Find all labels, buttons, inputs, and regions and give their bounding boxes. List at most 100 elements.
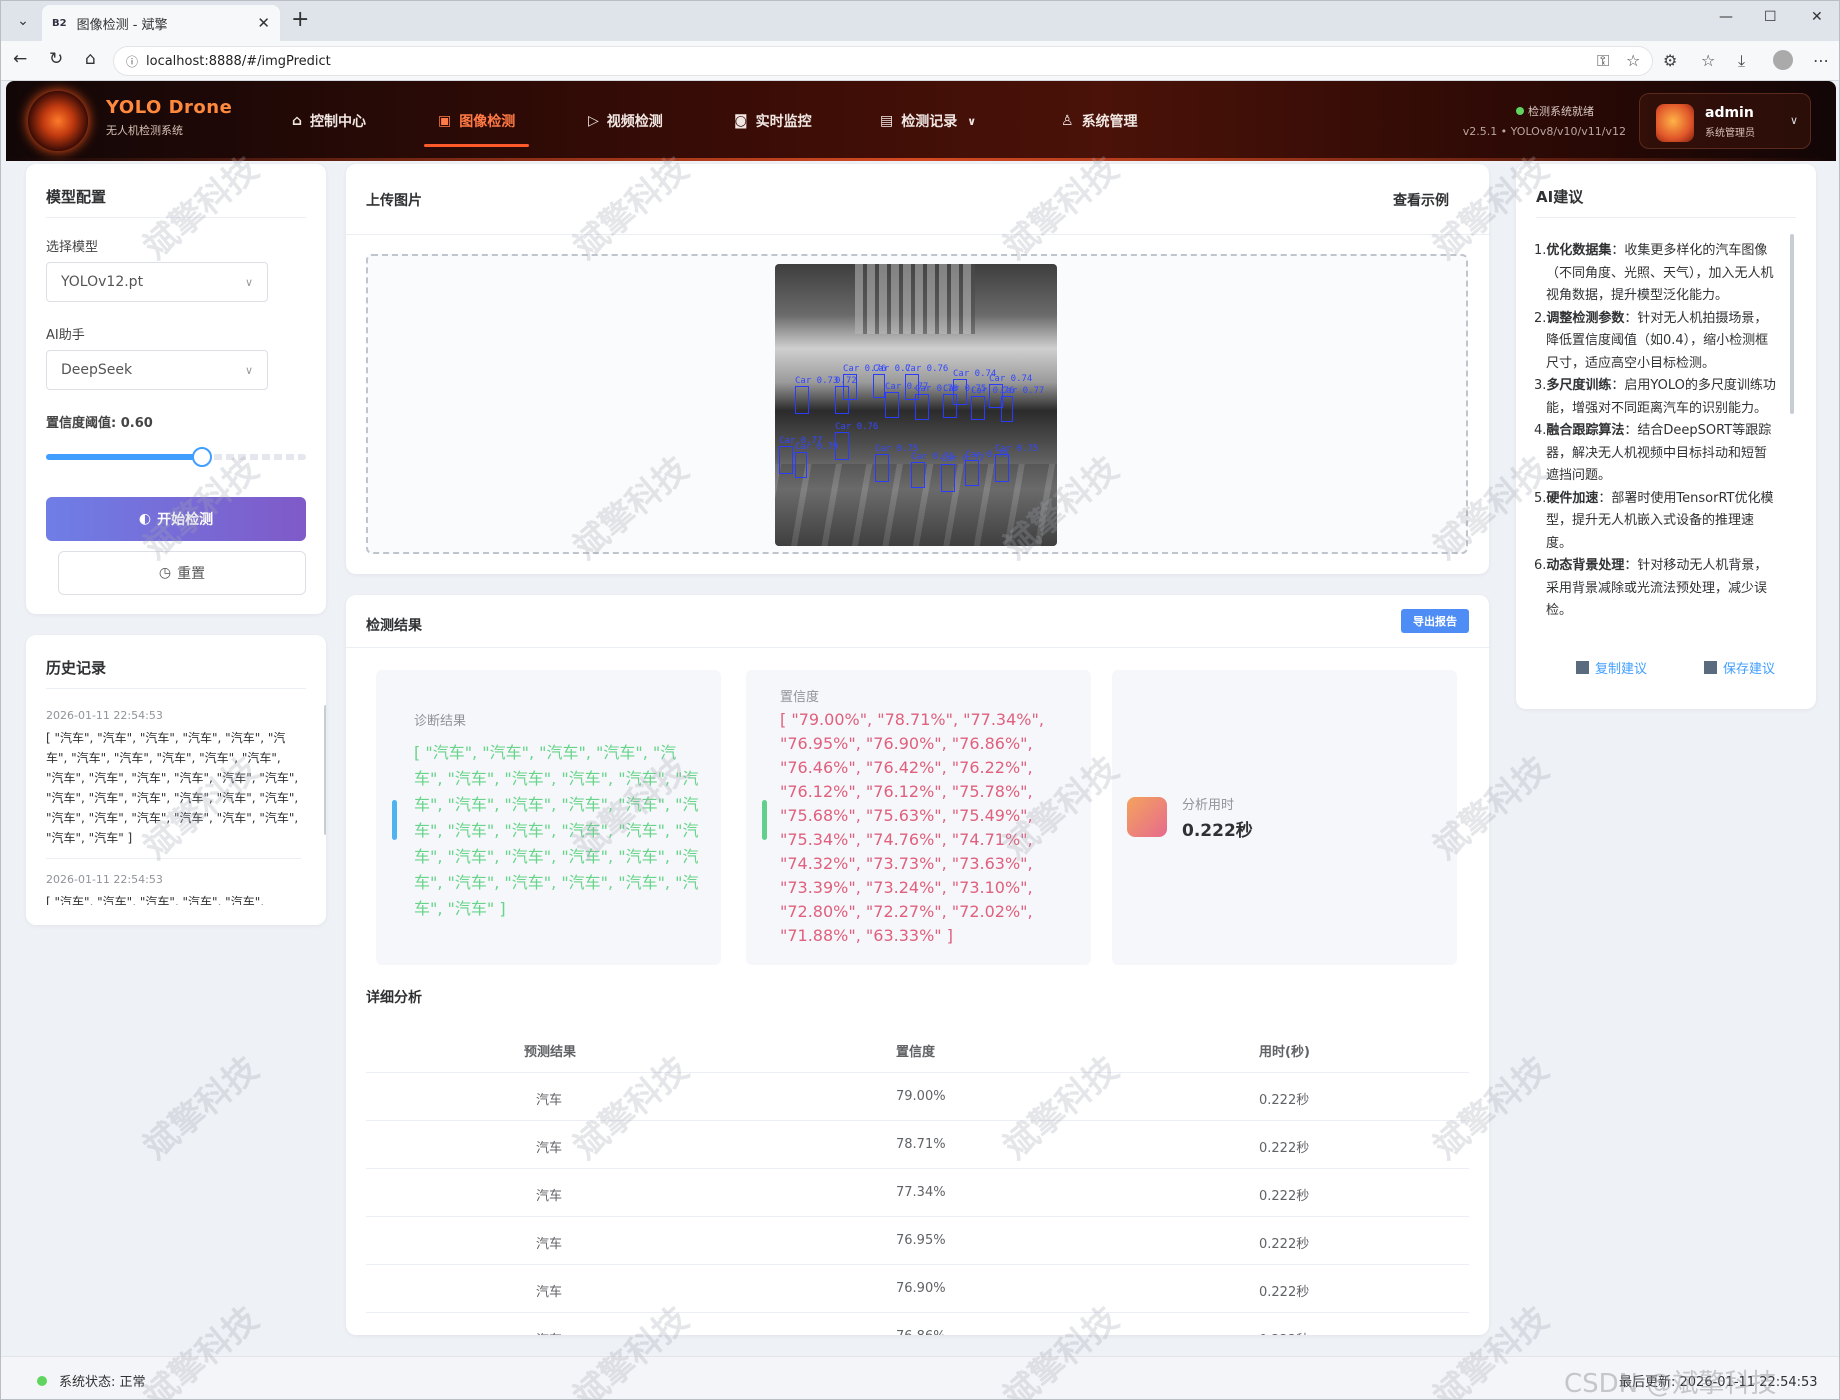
ai-suggestion-title: AI建议 [1536, 188, 1584, 206]
diagnosis-label: 诊断结果 [414, 714, 467, 729]
model-select[interactable]: YOLOv12.pt ∨ [46, 262, 268, 302]
close-tab-icon[interactable]: ✕ [257, 14, 270, 32]
table-row: 汽车 76.90% 0.222秒 [366, 1265, 1469, 1313]
url-field[interactable]: ⓘ localhost:8888/#/imgPredict [113, 46, 1653, 76]
divider [46, 217, 306, 218]
history-item[interactable]: 2026-01-11 22:54:53 [ "汽车", "汽车", "汽车", … [46, 695, 301, 859]
ai-scrollbar[interactable] [1790, 234, 1794, 414]
history-time: 2026-01-11 22:54:53 [46, 873, 163, 886]
ai-suggestion-item: 2.调整检测参数：针对无人机拍摄场景，降低置信度阈值（如0.4），缩小检测框尺寸… [1534, 308, 1779, 376]
browser-tab[interactable]: B2 图像检测 - 斌擎 ✕ [42, 5, 280, 41]
threshold-label: 置信度阈值: 0.60 [46, 416, 153, 431]
column-confidence: 置信度 [896, 1045, 936, 1060]
detection-box [885, 392, 899, 418]
detection-box [835, 386, 849, 414]
ai-suggestion-item: 3.多尺度训练：启用YOLO的多尺度训练功能，增强对不同距离汽车的识别能力。 [1534, 375, 1779, 420]
nav-label: 图像检测 [459, 114, 516, 130]
play-circle-icon: ▷ [588, 113, 599, 129]
nav-image-detect[interactable]: ▣ 图像检测 [423, 81, 530, 161]
copy-suggestion-button[interactable]: 复制建议 [1576, 658, 1647, 677]
row-prediction: 汽车 [536, 1285, 563, 1300]
divider [1536, 217, 1796, 218]
start-detect-label: 开始检测 [157, 512, 214, 528]
detection-box [943, 394, 957, 418]
suggestion-heading: 硬件加速 [1546, 490, 1599, 506]
more-menu-icon[interactable]: ⋯ [1813, 51, 1829, 70]
home-browser-icon[interactable]: ⌂ [85, 49, 96, 69]
detection-label: Car 0.76 [905, 364, 949, 374]
copy-label: 复制建议 [1595, 662, 1648, 677]
history-list[interactable]: 2026-01-11 22:54:53 [ "汽车", "汽车", "汽车", … [46, 695, 301, 905]
view-example-link[interactable]: 查看示例 [1393, 190, 1449, 210]
download-icon[interactable]: ⤓ [1738, 51, 1745, 71]
browser-window: ⌄ B2 图像检测 - 斌擎 ✕ + — ☐ ✕ ← ↻ ⌂ ⓘ localho… [0, 0, 1840, 1400]
row-time: 0.222秒 [1259, 1237, 1310, 1252]
ai-suggestion-card: AI建议 1.优化数据集：收集更多样化的汽车图像（不同角度、光照、天气），加入无… [1516, 164, 1816, 709]
suggestion-heading: 优化数据集 [1546, 243, 1612, 258]
maximize-icon[interactable]: ☐ [1764, 9, 1777, 25]
threshold-slider-fill [46, 454, 202, 460]
nav-label: 系统管理 [1081, 114, 1138, 130]
nav-detect-records[interactable]: ▤ 检测记录 ∨ [880, 81, 976, 161]
export-report-button[interactable]: 导出报告 [1401, 609, 1469, 633]
detection-label: 0.72 [835, 376, 857, 386]
save-suggestion-button[interactable]: 保存建议 [1704, 658, 1775, 677]
column-time: 用时(秒) [1259, 1045, 1310, 1060]
site-info-icon[interactable]: ⓘ [126, 53, 138, 70]
nav-video-detect[interactable]: ▷ 视频检测 [588, 81, 663, 161]
building-facade [855, 264, 975, 334]
diagnosis-text: [ "汽车", "汽车", "汽车", "汽车", "汽车", "汽车", "汽… [414, 743, 699, 918]
column-prediction: 预测结果 [524, 1045, 577, 1060]
user-role: 系统管理员 [1705, 128, 1755, 139]
user-menu[interactable]: admin 系统管理员 ∨ [1639, 93, 1811, 149]
suggestion-heading: 多尺度训练 [1546, 378, 1612, 393]
nav-realtime-monitor[interactable]: ◙ 实时监控 [734, 81, 812, 161]
nav-system-admin[interactable]: ♙ 系统管理 [1061, 81, 1138, 161]
profile-avatar-icon[interactable] [1773, 50, 1793, 70]
nav-control-center[interactable]: ⌂ 控制中心 [292, 81, 366, 161]
csdn-watermark: CSDN @斌擎科技 [1564, 1369, 1777, 1399]
collections-icon[interactable]: ☆ [1701, 51, 1715, 70]
ai-assistant-select[interactable]: DeepSeek ∨ [46, 350, 268, 390]
row-prediction: 汽车 [536, 1237, 563, 1252]
back-icon[interactable]: ← [13, 49, 27, 69]
history-card: 历史记录 2026-01-11 22:54:53 [ "汽车", "汽车", "… [26, 635, 326, 925]
analysis-time-block: 分析用时 0.222秒 [1112, 670, 1457, 965]
system-status-text: 系统状态: 正常 [59, 1375, 146, 1390]
key-icon[interactable]: ⚿ [1597, 51, 1609, 71]
upload-dropzone[interactable]: Car 0.76 Car 0.7 Car 0.76 Car 0.74 Car 0.74 C… [366, 254, 1468, 554]
suggestion-number: 4. [1534, 423, 1547, 438]
detection-box [1001, 396, 1013, 422]
detection-box [795, 386, 809, 414]
confidence-block: 置信度 [ "79.00%", "78.71%", "77.34%", "76.… [746, 670, 1091, 965]
refresh-icon[interactable]: ↻ [49, 49, 63, 69]
ai-suggestion-list[interactable]: 1.优化数据集：收集更多样化的汽车图像（不同角度、光照、天气），加入无人机视角数… [1534, 240, 1779, 630]
camera-icon: ◙ [734, 113, 748, 129]
detection-label: Car 0.76 [835, 422, 879, 432]
new-tab-icon[interactable]: + [291, 7, 309, 32]
diagnosis-block: 诊断结果 [ "汽车", "汽车", "汽车", "汽车", "汽车", "汽车… [376, 670, 721, 965]
reset-button[interactable]: ◷ 重置 [58, 551, 306, 595]
table-row: 汽车 79.00% 0.222秒 [366, 1073, 1469, 1121]
url-text: localhost:8888/#/imgPredict [146, 53, 331, 69]
analysis-time-value: 0.222秒 [1182, 821, 1253, 841]
user-name: admin [1705, 105, 1754, 121]
detection-box [911, 462, 925, 488]
minimize-icon[interactable]: — [1719, 9, 1733, 25]
threshold-slider-track[interactable] [46, 447, 306, 467]
status-text: 检测系统就绪 [1528, 105, 1594, 118]
close-window-icon[interactable]: ✕ [1811, 9, 1823, 25]
extensions-icon[interactable]: ⚙ [1663, 51, 1677, 70]
row-time: 0.222秒 [1259, 1141, 1310, 1156]
history-scrollbar[interactable] [324, 705, 326, 835]
tab-list-icon[interactable]: ⌄ [9, 9, 37, 33]
threshold-slider-handle[interactable] [192, 447, 212, 467]
history-title: 历史记录 [46, 659, 107, 677]
copy-icon [1576, 661, 1589, 674]
suggestion-number: 6. [1534, 558, 1547, 573]
start-detect-button[interactable]: ◐ 开始检测 [46, 497, 306, 541]
history-item[interactable]: 2026-01-11 22:54:53 [ "汽车", "汽车", "汽车", … [46, 859, 301, 905]
analysis-time-label: 分析用时 [1182, 798, 1235, 813]
row-time: 0.222秒 [1259, 1189, 1310, 1204]
favorite-star-icon[interactable]: ☆ [1626, 51, 1640, 70]
